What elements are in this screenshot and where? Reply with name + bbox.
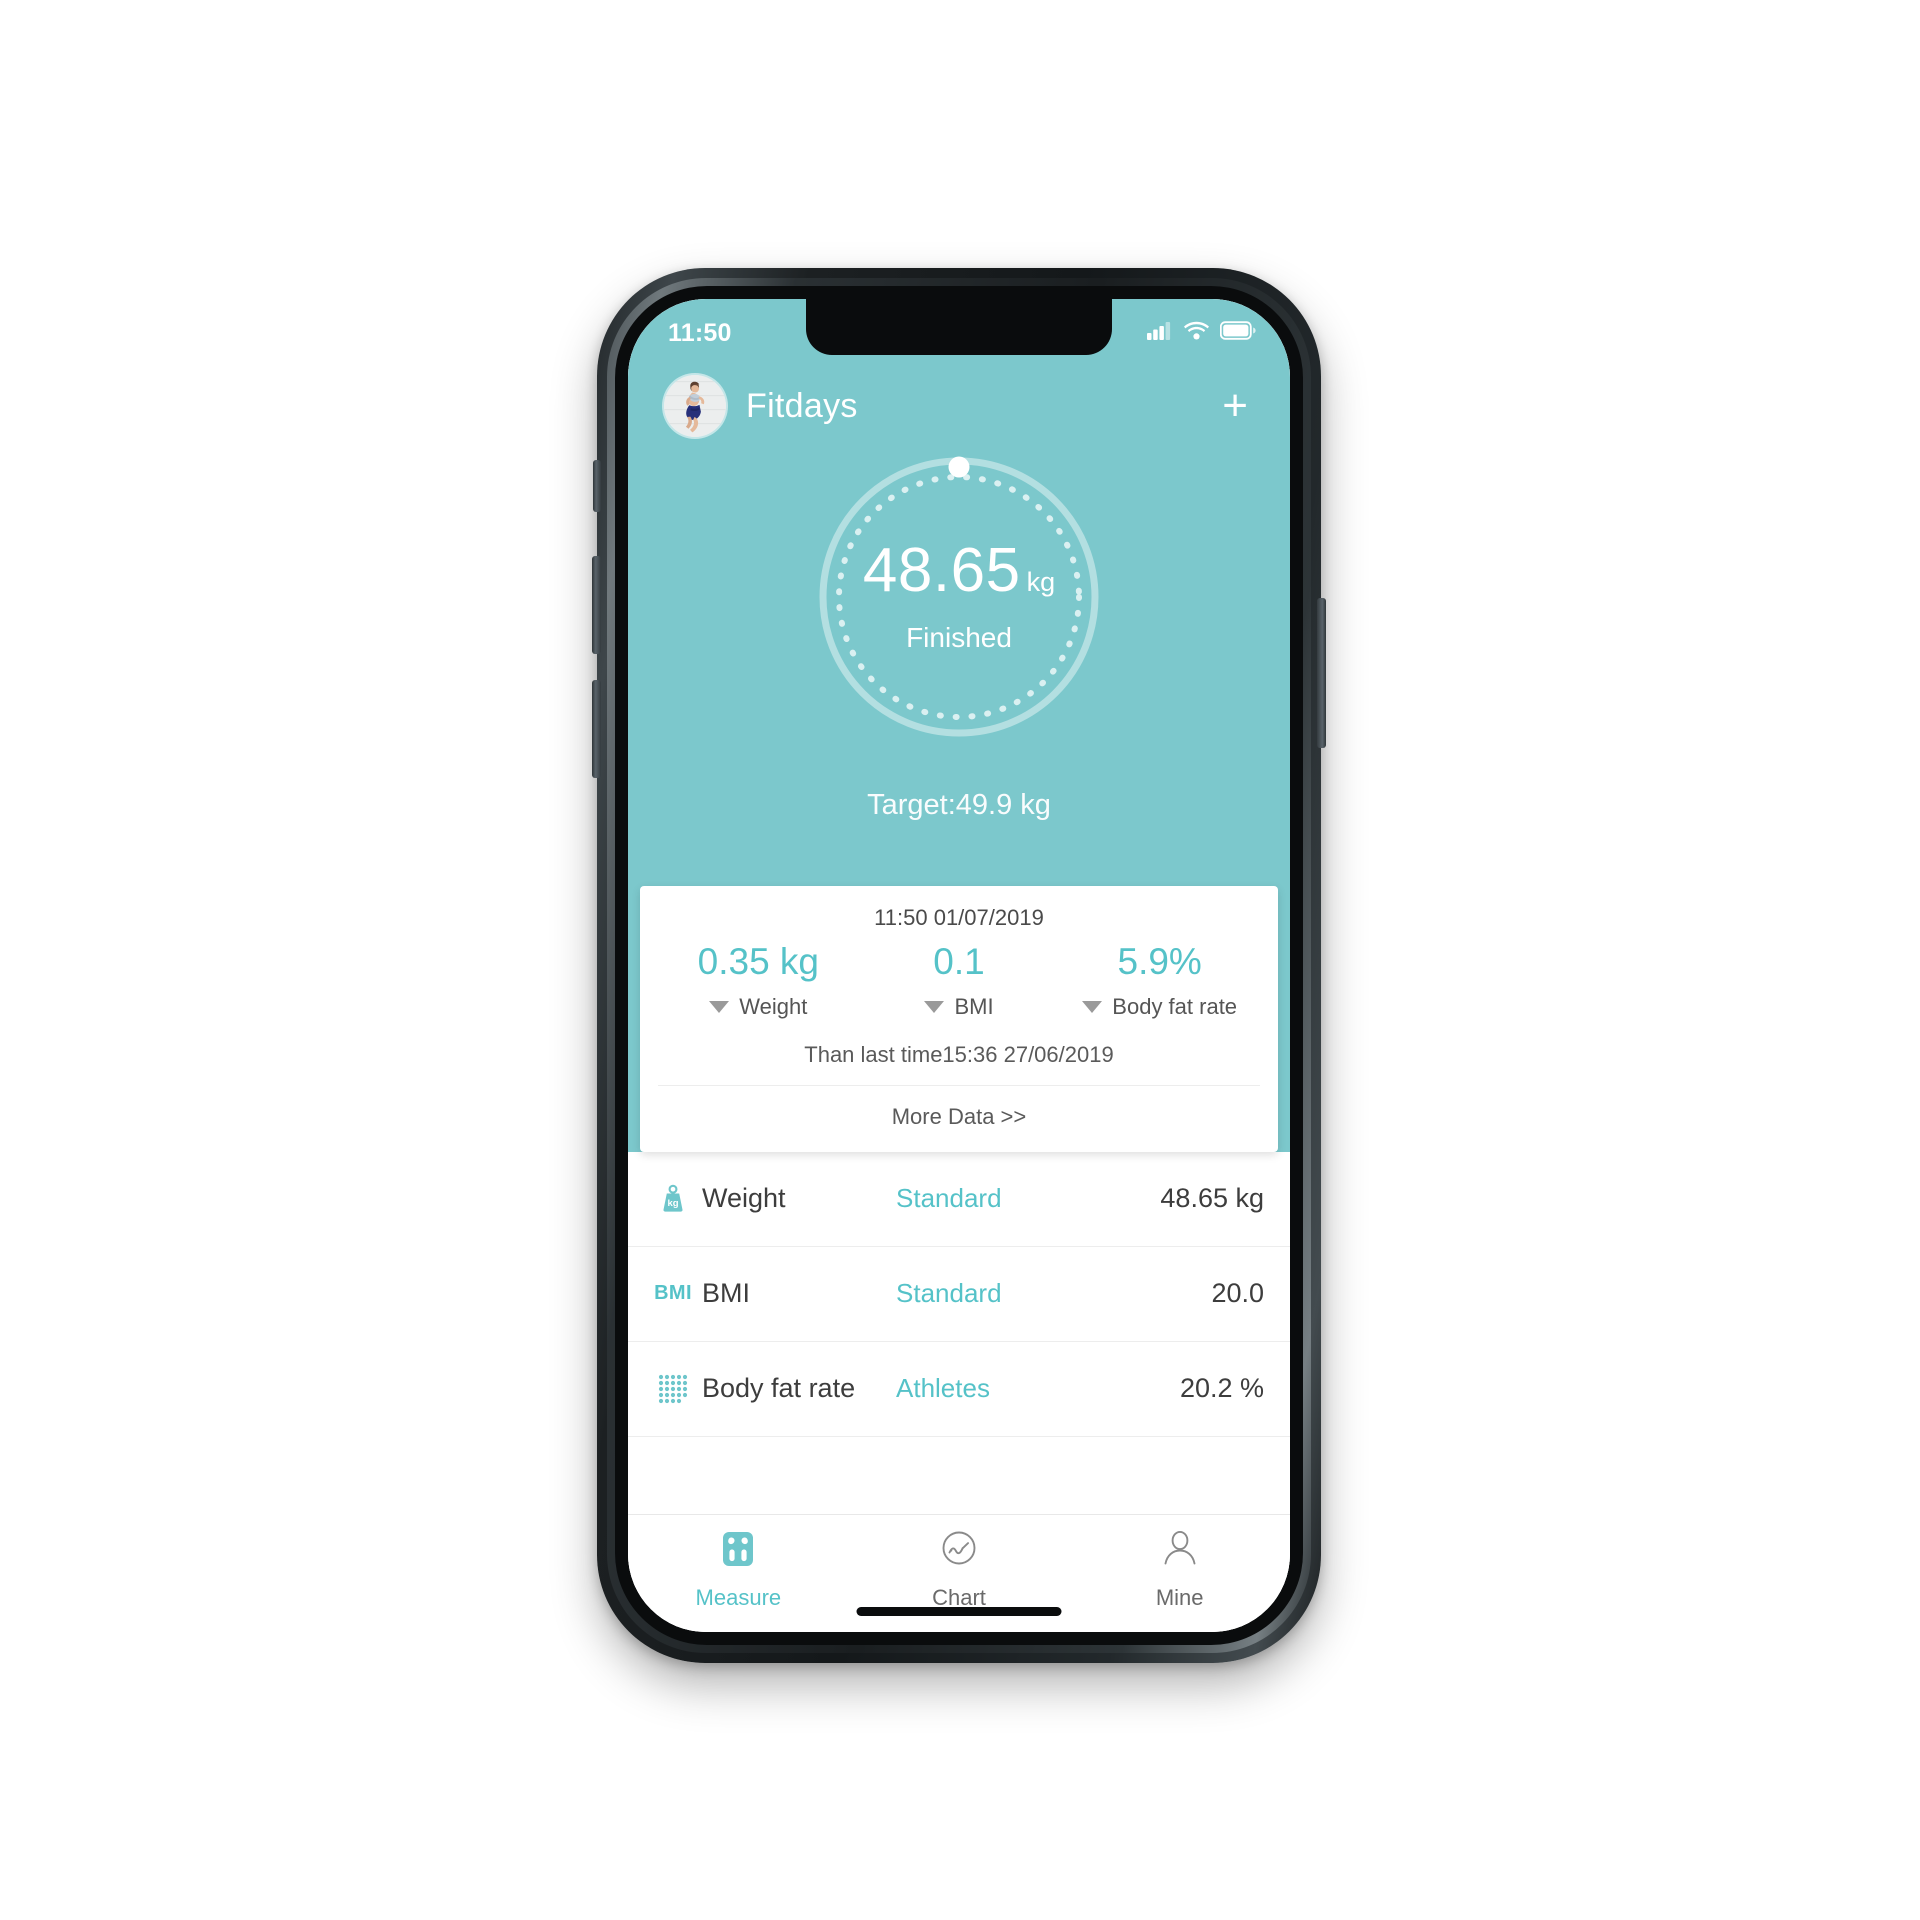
weight-scale-kg-icon: kg (652, 1178, 694, 1220)
weight-gauge-wrapper: 48.65 kg Finished (628, 443, 1290, 745)
volume-up-button[interactable] (592, 556, 601, 654)
phone-device: 11:50 Fitdays + 48.65 kg Finished Target… (592, 268, 1326, 1663)
delta-body-fat-rate[interactable]: 5.9% Body fat rate (1059, 941, 1260, 1020)
person-icon (1158, 1527, 1202, 1576)
gauge-weight-unit: kg (1026, 567, 1056, 597)
delta-weight-label: Weight (739, 993, 808, 1019)
summary-card: 11:50 01/07/2019 0.35 kg Weight 0.1 BMI … (640, 886, 1278, 1152)
target-weight-text: Target:49.9 kg (867, 789, 1051, 821)
metric-row-body-fat-rate[interactable]: Body fat rate Athletes 20.2 % (628, 1342, 1290, 1437)
gauge-readout: 48.65 kg Finished (811, 449, 1107, 745)
metrics-list: kg Weight Standard 48.65 kg BMI BMI Stan… (628, 1151, 1290, 1437)
status-bar-indicators (1147, 321, 1256, 345)
metric-body-fat-name: Body fat rate (702, 1373, 856, 1404)
screenshot-scene: 11:50 Fitdays + 48.65 kg Finished Target… (0, 0, 1920, 1920)
status-bar-time: 11:50 (668, 318, 732, 347)
metric-body-fat-status: Athletes (896, 1373, 990, 1404)
svg-text:kg: kg (667, 1198, 678, 1209)
device-notch (806, 299, 1112, 355)
metric-bmi-value: 20.0 (1211, 1278, 1264, 1309)
metric-bmi-status: Standard (896, 1278, 1002, 1309)
volume-down-button[interactable] (592, 680, 601, 778)
metric-weight-value: 48.65 kg (1160, 1183, 1264, 1214)
metric-row-weight[interactable]: kg Weight Standard 48.65 kg (628, 1152, 1290, 1247)
triangle-down-icon (709, 1000, 730, 1013)
teal-header-area: 11:50 Fitdays + 48.65 kg Finished Target… (628, 299, 1290, 886)
tab-mine-label: Mine (1155, 1585, 1204, 1610)
page-title: Fitdays (746, 386, 858, 425)
metric-body-fat-value: 20.2 % (1179, 1373, 1264, 1404)
metric-weight-name: Weight (702, 1183, 786, 1214)
gauge-weight-value: 48.65 (862, 536, 1021, 605)
signal-bars-icon (1147, 321, 1173, 345)
avatar[interactable] (664, 375, 726, 437)
tab-chart[interactable]: Chart (849, 1527, 1070, 1632)
tab-mine[interactable]: Mine (1069, 1527, 1290, 1632)
triangle-down-icon (924, 1000, 945, 1013)
wifi-icon (1184, 321, 1209, 345)
add-button[interactable]: + (1214, 383, 1256, 428)
metric-bmi-name: BMI (702, 1278, 751, 1309)
app-header: Fitdays + (628, 359, 1290, 443)
fitdays-app: 11:50 Fitdays + 48.65 kg Finished Target… (628, 299, 1290, 1632)
delta-bmi-value: 0.1 (933, 941, 985, 982)
delta-body-fat-value: 5.9% (1117, 941, 1202, 982)
battery-icon (1219, 321, 1256, 345)
comparison-note: Than last time15:36 27/06/2019 (804, 1041, 1114, 1067)
gauge-status-text: Finished (906, 622, 1012, 653)
body-scale-icon (716, 1527, 760, 1576)
tab-measure-label: Measure (695, 1585, 782, 1610)
content-filler (628, 1436, 1290, 1514)
silent-switch-button[interactable] (593, 460, 601, 512)
delta-weight[interactable]: 0.35 kg Weight (658, 941, 859, 1020)
bmi-text-icon: BMI (654, 1282, 692, 1305)
chart-trend-circle-icon (937, 1527, 981, 1576)
phone-screen: 11:50 Fitdays + 48.65 kg Finished Target… (628, 299, 1290, 1632)
delta-weight-value: 0.35 kg (697, 941, 820, 982)
weight-gauge: 48.65 kg Finished (811, 449, 1107, 745)
home-indicator[interactable] (856, 1607, 1062, 1616)
body-fat-dots-icon (652, 1368, 694, 1410)
power-button[interactable] (1317, 598, 1326, 748)
delta-bmi[interactable]: 0.1 BMI (859, 941, 1060, 1020)
triangle-down-icon (1082, 1000, 1103, 1013)
tab-measure[interactable]: Measure (628, 1527, 849, 1632)
measurement-datetime: 11:50 01/07/2019 (874, 905, 1044, 930)
summary-card-holder: 11:50 01/07/2019 0.35 kg Weight 0.1 BMI … (628, 886, 1290, 1152)
metric-row-bmi[interactable]: BMI BMI Standard 20.0 (628, 1247, 1290, 1342)
metric-weight-status: Standard (896, 1183, 1002, 1214)
more-data-button[interactable]: More Data >> (640, 1086, 1278, 1152)
delta-row: 0.35 kg Weight 0.1 BMI 5.9% Body fat rat… (640, 937, 1278, 1028)
delta-bmi-label: BMI (954, 993, 994, 1019)
delta-body-fat-label: Body fat rate (1112, 993, 1238, 1019)
